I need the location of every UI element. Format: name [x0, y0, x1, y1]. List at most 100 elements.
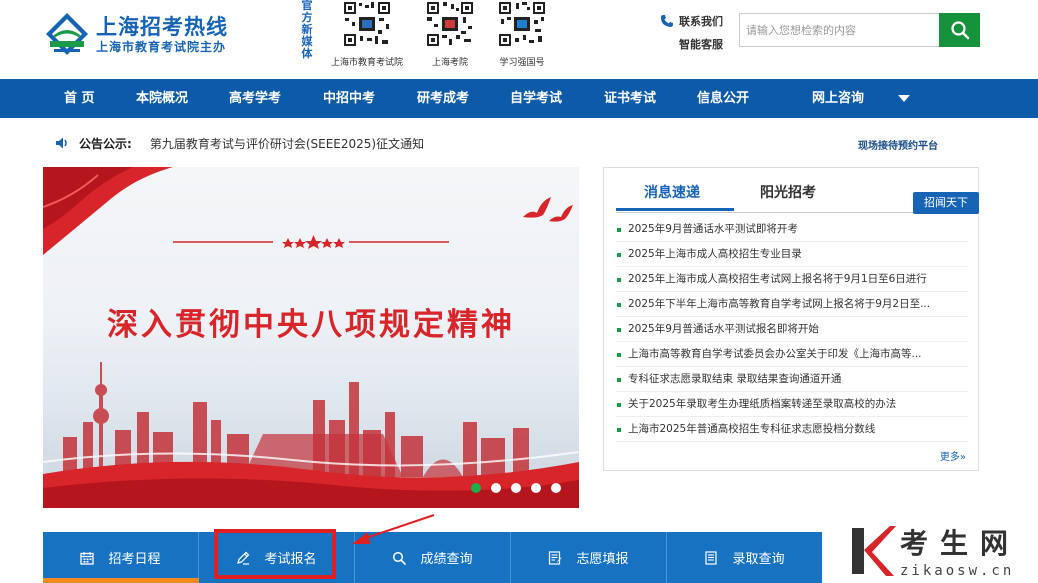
news-tabs: 消息速递 阳光招考 招闻天下	[616, 178, 979, 214]
bullet-icon	[617, 403, 621, 407]
notice-bar: 公告公示: 第九届教育考试与评价研讨会(SEEE2025)征文通知	[54, 130, 424, 156]
calendar-icon	[80, 551, 95, 565]
bullet-icon	[617, 303, 621, 307]
banner-pagination	[471, 483, 561, 493]
nav-item-info[interactable]: 信息公开	[697, 79, 749, 118]
official-media-label: 官方新媒体	[301, 0, 313, 60]
site-logo[interactable]: 上海招考热线 上海市教育考试院主办	[44, 9, 227, 59]
search-box	[739, 13, 980, 47]
watermark: 考生网 zikaosw.cn	[850, 522, 1038, 583]
news-item[interactable]: 2025年上海市成人高校招生考试网上报名将于9月1日至6日进行	[616, 267, 968, 292]
news-item[interactable]: 上海市高等教育自学考试委员会办公室关于印发《上海市高等...	[616, 342, 968, 367]
news-item[interactable]: 2025年上海市成人高校招生专业目录	[616, 242, 968, 267]
search-input[interactable]	[740, 14, 940, 46]
bullet-icon	[617, 278, 621, 282]
nav-item-home[interactable]: 首 页	[64, 79, 95, 118]
news-list: 2025年9月普通话水平测试即将开考 2025年上海市成人高校招生专业目录 20…	[616, 217, 968, 442]
nav-item-about[interactable]: 本院概况	[136, 79, 188, 118]
news-item-title: 上海市2025年普通高校招生专科征求志愿投档分数线	[628, 423, 876, 435]
document-icon	[705, 550, 718, 565]
quick-link-label: 招考日程	[108, 552, 161, 567]
doves-decoration	[523, 197, 573, 222]
annotation-arrow-icon	[352, 514, 435, 544]
site-title: 上海招考热线	[96, 15, 228, 39]
search-button[interactable]	[939, 13, 980, 47]
banner-dot[interactable]	[551, 483, 561, 493]
news-more-link[interactable]: 更多»	[940, 448, 966, 463]
qr-code-caption: 上海市教育考试院	[330, 58, 403, 68]
quick-link-exam-schedule[interactable]: 招考日程	[43, 532, 199, 583]
contact-us-link[interactable]: 联系我们	[660, 13, 723, 29]
onsite-reception-link[interactable]: 现场接待预约平台	[858, 137, 938, 152]
tab-sunshine-admission[interactable]: 阳光招考	[760, 182, 816, 202]
news-item-title: 2025年上海市成人高校招生考试网上报名将于9月1日至6日进行	[628, 273, 927, 285]
smart-service-icon-spacer	[660, 37, 674, 51]
notice-label: 公告公示:	[79, 136, 132, 151]
search-icon	[393, 551, 407, 565]
banner-headline: 深入贯彻中央八项规定精神	[107, 307, 515, 343]
site-subtitle: 上海市教育考试院主办	[96, 40, 227, 54]
nav-item-gaokao[interactable]: 高考学考	[229, 79, 281, 118]
qr-code-image	[342, 0, 392, 48]
quick-link-application-fill[interactable]: 志愿填报	[511, 532, 667, 583]
qr-code-item[interactable]: 学习强国号	[477, 0, 567, 68]
bullet-icon	[617, 228, 621, 232]
smart-service-link[interactable]: 智能客服	[660, 36, 723, 52]
contact-block: 联系我们 智能客服	[660, 13, 723, 59]
watermark-url: zikaosw.cn	[900, 563, 1015, 579]
tab-news-express[interactable]: 消息速递	[616, 182, 734, 211]
qr-code-image	[497, 0, 547, 48]
news-item[interactable]: 2025年9月普通话水平测试即将开考	[616, 217, 968, 242]
phone-icon	[661, 15, 673, 27]
banner-dot[interactable]	[491, 483, 501, 493]
quick-link-admission-query[interactable]: 录取查询	[667, 532, 822, 583]
nav-item-zixue[interactable]: 自学考试	[510, 79, 562, 118]
news-item-title: 2025年9月普通话水平测试即将开考	[628, 223, 798, 235]
bullet-icon	[617, 378, 621, 382]
qr-code-item[interactable]: 上海市教育考试院	[322, 0, 412, 68]
bullet-icon	[617, 328, 621, 332]
hero-banner[interactable]: 深入贯彻中央八项规定精神	[43, 167, 579, 508]
banner-dot[interactable]	[531, 483, 541, 493]
admission-news-button[interactable]: 招闻天下	[913, 192, 979, 214]
contact-us-label: 联系我们	[679, 15, 723, 28]
news-item[interactable]: 2025年下半年上海市高等教育自学考试网上报名将于9月2日至...	[616, 292, 968, 317]
nav-more-chevron-down-icon[interactable]	[898, 95, 910, 102]
stars-divider-decoration	[173, 235, 449, 249]
quick-link-label: 录取查询	[732, 552, 785, 567]
smart-service-label: 智能客服	[679, 38, 723, 51]
orange-accent-strip	[43, 578, 199, 583]
notice-link[interactable]: 第九届教育考试与评价研讨会(SEEE2025)征文通知	[150, 135, 424, 152]
qr-code-image	[425, 0, 475, 48]
logo-emblem-icon	[46, 13, 88, 55]
nav-item-yankao[interactable]: 研考成考	[417, 79, 469, 118]
pen-icon	[237, 551, 250, 565]
quick-link-label: 考试报名	[264, 552, 317, 567]
news-item-title: 专科征求志愿录取结束 录取结果查询通道开通	[628, 373, 842, 385]
search-icon	[950, 21, 969, 40]
news-panel: 消息速递 阳光招考 招闻天下 2025年9月普通话水平测试即将开考 2025年上…	[603, 167, 979, 471]
banner-dot[interactable]	[511, 483, 521, 493]
nav-item-consult[interactable]: 网上咨询	[812, 79, 864, 118]
news-item[interactable]: 专科征求志愿录取结束 录取结果查询通道开通	[616, 367, 968, 392]
watermark-brand: 考生网	[900, 527, 1021, 560]
news-item[interactable]: 2025年9月普通话水平测试报名即将开始	[616, 317, 968, 342]
nav-item-certificate[interactable]: 证书考试	[604, 79, 656, 118]
news-item-title: 上海市高等教育自学考试委员会办公室关于印发《上海市高等...	[628, 348, 922, 360]
news-item-title: 2025年下半年上海市高等教育自学考试网上报名将于9月2日至...	[628, 298, 931, 310]
quick-link-label: 志愿填报	[576, 552, 629, 567]
form-icon	[549, 550, 562, 565]
nav-item-zhongkao[interactable]: 中招中考	[323, 79, 375, 118]
site-header: 上海招考热线 上海市教育考试院主办 官方新媒体 上海市教育考试院 上海考院 学习…	[0, 0, 1038, 79]
news-item[interactable]: 上海市2025年普通高校招生专科征求志愿投档分数线	[616, 417, 968, 442]
watermark-k-logo-icon	[852, 526, 896, 576]
news-item-title: 2025年上海市成人高校招生专业目录	[628, 248, 802, 260]
main-nav: 首 页 本院概况 高考学考 中招中考 研考成考 自学考试 证书考试 信息公开 网…	[0, 79, 1038, 118]
banner-dot[interactable]	[471, 483, 481, 493]
bullet-icon	[617, 253, 621, 257]
bullet-icon	[617, 428, 621, 432]
news-item[interactable]: 关于2025年录取考生办理纸质档案转递至录取高校的办法	[616, 392, 968, 417]
news-item-title: 2025年9月普通话水平测试报名即将开始	[628, 323, 819, 335]
qr-code-caption: 学习强国号	[499, 58, 545, 68]
news-item-title: 关于2025年录取考生办理纸质档案转递至录取高校的办法	[628, 398, 897, 410]
